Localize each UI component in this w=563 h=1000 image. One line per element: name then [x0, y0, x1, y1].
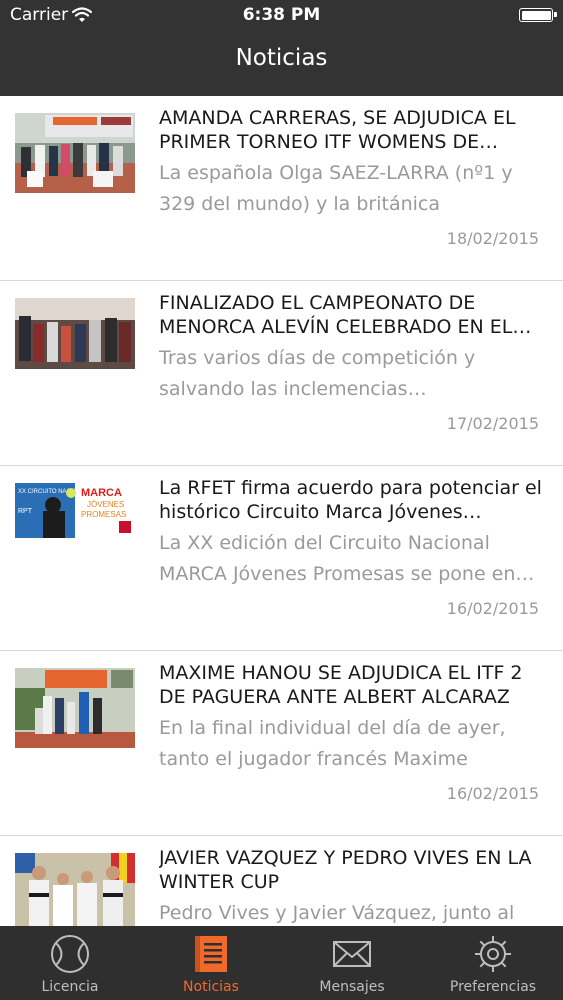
- news-thumbnail: [15, 853, 135, 926]
- tab-noticias[interactable]: Noticias: [141, 926, 281, 1000]
- news-thumbnail: XX CIRCUITO NACIONAL RPT MARCA JÓVENES P…: [15, 483, 135, 563]
- tennis-ball-icon: [49, 933, 91, 979]
- news-item[interactable]: AMANDA CARRERAS, SE ADJUDICA EL PRIMER T…: [0, 96, 563, 281]
- news-summary: Tras varios días de competición y salvan…: [159, 347, 476, 400]
- tab-label: Noticias: [183, 979, 239, 995]
- tab-label: Mensajes: [319, 979, 385, 995]
- page-title: Noticias: [235, 45, 328, 71]
- nav-bar: Noticias: [0, 30, 563, 96]
- news-title: MAXIME HANOU SE ADJUDICA EL ITF 2 DE PAG…: [159, 662, 523, 708]
- news-item[interactable]: FINALIZADO EL CAMPEONATO DE MENORCA ALEV…: [0, 281, 563, 466]
- tab-label: Licencia: [41, 979, 99, 995]
- news-summary: Pedro Vives y Javier Vázquez, junto al: [159, 902, 515, 924]
- news-list[interactable]: AMANDA CARRERAS, SE ADJUDICA EL PRIMER T…: [0, 96, 563, 926]
- news-thumbnail: [15, 668, 135, 748]
- news-title: La RFET firma acuerdo para potenciar el …: [159, 477, 542, 523]
- thumb-marca-text: MARCA: [81, 487, 122, 499]
- news-title: AMANDA CARRERAS, SE ADJUDICA EL PRIMER T…: [159, 107, 516, 153]
- gear-icon: [472, 933, 514, 979]
- news-summary: En la final individual del día de ayer, …: [159, 717, 506, 770]
- news-thumbnail: [15, 298, 135, 378]
- status-bar: Carrier 6:38 PM: [0, 0, 563, 30]
- news-title: JAVIER VAZQUEZ Y PEDRO VIVES EN LA WINTE…: [159, 847, 532, 893]
- thumb-jovenes-text: JÓVENES: [87, 500, 124, 509]
- news-title: FINALIZADO EL CAMPEONATO DE MENORCA ALEV…: [159, 292, 532, 338]
- thumb-rpt-text: RPT: [18, 508, 33, 515]
- news-date: 16/02/2015: [446, 599, 539, 618]
- news-item[interactable]: XX CIRCUITO NACIONAL RPT MARCA JÓVENES P…: [0, 466, 563, 651]
- envelope-icon: [331, 933, 373, 979]
- tab-licencia[interactable]: Licencia: [0, 926, 140, 1000]
- news-icon: [190, 933, 232, 979]
- tab-label: Preferencias: [449, 979, 537, 995]
- status-time: 6:38 PM: [242, 5, 321, 25]
- news-thumbnail: [15, 113, 135, 193]
- news-summary: La XX edición del Circuito Nacional MARC…: [159, 532, 535, 585]
- news-item[interactable]: JAVIER VAZQUEZ Y PEDRO VIVES EN LA WINTE…: [0, 836, 563, 926]
- tab-bar: Licencia Noticias Mensajes Preferencias: [0, 926, 563, 1000]
- news-date: 16/02/2015: [446, 784, 539, 803]
- news-date: 18/02/2015: [446, 229, 539, 248]
- news-date: 17/02/2015: [446, 414, 539, 433]
- battery-icon: [519, 8, 557, 22]
- thumb-promesas-text: PROMESAS: [81, 510, 126, 519]
- thumb-circuito-text: XX CIRCUITO NACIONAL: [18, 489, 90, 495]
- tab-preferencias[interactable]: Preferencias: [423, 926, 563, 1000]
- news-summary: La española Olga SAEZ-LARRA (nº1 y 329 d…: [159, 162, 513, 215]
- news-item[interactable]: MAXIME HANOU SE ADJUDICA EL ITF 2 DE PAG…: [0, 651, 563, 836]
- tab-mensajes[interactable]: Mensajes: [282, 926, 422, 1000]
